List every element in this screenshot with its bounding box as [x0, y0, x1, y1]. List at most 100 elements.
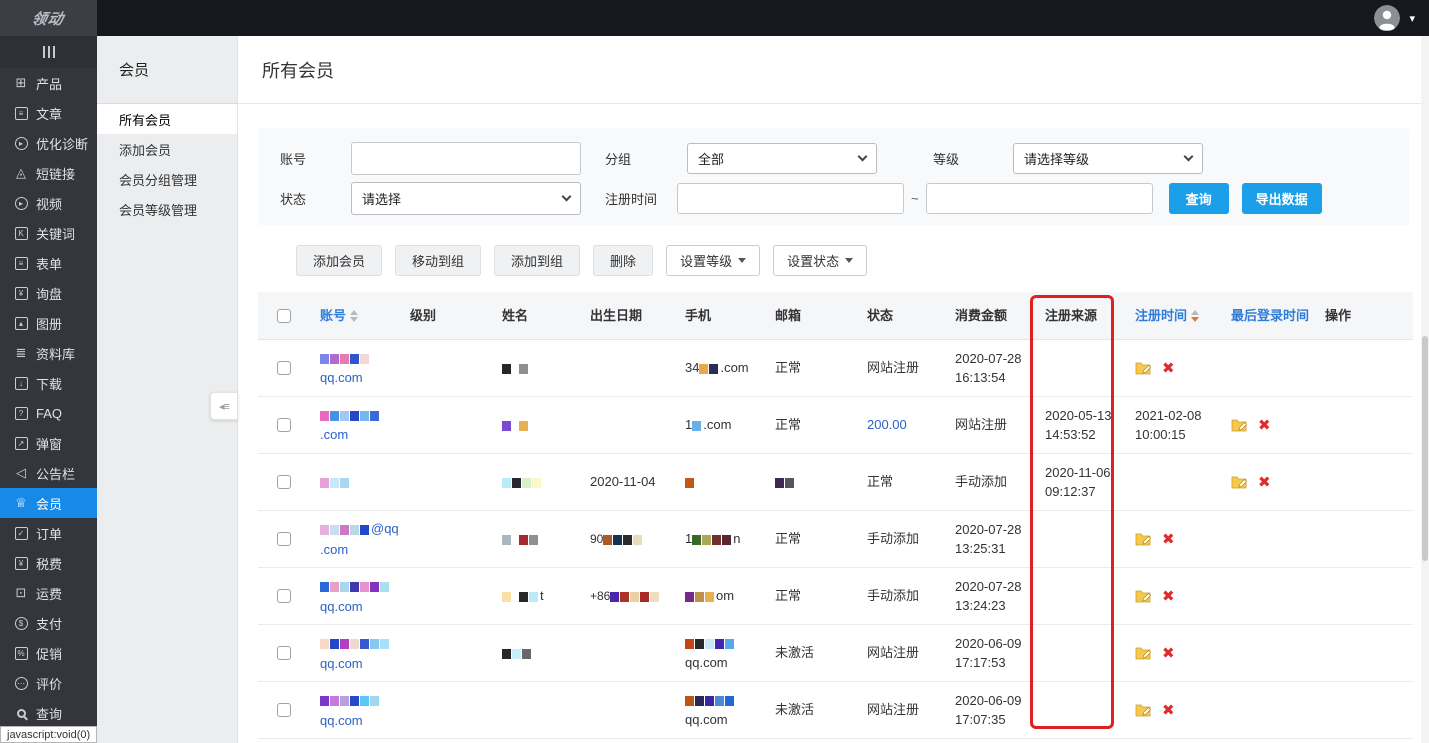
row-checkbox[interactable] — [277, 703, 291, 717]
regtime-end-input[interactable] — [926, 183, 1153, 214]
sidebar-item-search[interactable]: 查询 — [0, 698, 97, 728]
sidebar-item-popup[interactable]: ↗ 弹窗 — [0, 428, 97, 458]
select-all-checkbox[interactable] — [277, 309, 291, 323]
account-cell[interactable]: .com — [310, 406, 400, 445]
row-checkbox[interactable] — [277, 418, 291, 432]
delete-icon[interactable]: ✖ — [1162, 703, 1175, 718]
toolbar-dropdown[interactable]: 设置状态 — [773, 245, 867, 276]
delete-icon[interactable]: ✖ — [1162, 532, 1175, 547]
edit-icon[interactable] — [1231, 418, 1248, 432]
column-header: 最后登录时间 — [1221, 306, 1315, 326]
sidebar-item-video[interactable]: ▸ 视频 — [0, 188, 97, 218]
sidebar-item-optimization[interactable]: ▸ 优化诊断 — [0, 128, 97, 158]
keyword-icon: K — [13, 227, 29, 240]
sidebar-item-promotion[interactable]: % 促销 — [0, 638, 97, 668]
masked-email — [685, 592, 714, 602]
sidebar-item-announcement[interactable]: ◁ 公告栏 — [0, 458, 97, 488]
collapse-bars-icon — [43, 46, 45, 58]
sidebar-item-tax[interactable]: ¥ 税费 — [0, 548, 97, 578]
column-header: 状态 — [857, 306, 945, 326]
caret-down-icon — [845, 258, 853, 263]
review-icon: ⋯ — [13, 677, 29, 690]
account-cell[interactable]: qq.com — [310, 633, 400, 673]
vertical-scrollbar[interactable] — [1421, 36, 1429, 743]
edit-icon[interactable] — [1135, 589, 1152, 603]
toolbar-dropdown[interactable]: 设置等级 — [666, 245, 760, 276]
account-cell[interactable]: qq.com — [310, 576, 400, 616]
level-select[interactable]: 请选择等级 — [1013, 143, 1203, 174]
sidebar-item-products[interactable]: ⊞ 产品 — [0, 68, 97, 98]
user-avatar[interactable] — [1374, 5, 1400, 31]
subnav-collapse-toggle[interactable]: ◂≡ — [210, 392, 238, 420]
account-cell[interactable]: qq.com — [310, 349, 400, 388]
sidebar-item-shortlink[interactable]: ◬ 短链接 — [0, 158, 97, 188]
filter-panel: 账号 分组 全部 等级 请选择等级 状态 请选择 注册时间 ~ 查询 — [258, 128, 1409, 225]
row-checkbox[interactable] — [277, 646, 291, 660]
toolbar-button[interactable]: 删除 — [593, 245, 653, 276]
toolbar-button[interactable]: 添加会员 — [296, 245, 382, 276]
subnav-item[interactable]: 会员等级管理 — [97, 194, 237, 224]
subnav-item[interactable]: 会员分组管理 — [97, 164, 237, 194]
edit-icon[interactable] — [1135, 532, 1152, 546]
masked-account — [320, 478, 349, 488]
sidebar-item-gallery[interactable]: ▴ 图册 — [0, 308, 97, 338]
masked-name — [502, 649, 531, 659]
sidebar-item-faq[interactable]: ? FAQ — [0, 398, 97, 428]
masked-account — [320, 411, 379, 421]
email-cell: 1n — [675, 529, 765, 549]
row-checkbox[interactable] — [277, 475, 291, 489]
table-row: .com 1.com 正常 200.00 网站注册 2020-05-1314:5… — [258, 397, 1413, 454]
sidebar-item-forms[interactable]: ≡ 表单 — [0, 248, 97, 278]
search-button[interactable]: 查询 — [1169, 183, 1229, 214]
masked-email — [685, 696, 734, 706]
sidebar-item-download[interactable]: ↓ 下载 — [0, 368, 97, 398]
sidebar-item-keywords[interactable]: K 关键词 — [0, 218, 97, 248]
sidebar-item-library[interactable]: ≣ 资料库 — [0, 338, 97, 368]
masked-name — [502, 592, 538, 602]
subnav-item[interactable]: 添加会员 — [97, 134, 237, 164]
row-checkbox[interactable] — [277, 532, 291, 546]
export-data-button[interactable]: 导出数据 — [1242, 183, 1322, 214]
shipping-icon: ⊡ — [13, 585, 29, 601]
sidebar-collapse-button[interactable] — [0, 36, 97, 68]
sidebar-item-members[interactable]: ♕ 会员 — [0, 488, 97, 518]
account-input[interactable] — [351, 142, 581, 175]
account-cell[interactable]: qq.com — [310, 690, 400, 730]
edit-icon[interactable] — [1135, 361, 1152, 375]
column-header: 消费金额 — [945, 306, 1035, 326]
register-time-cell: 2020-06-0917:07:35 — [945, 691, 1035, 730]
subnav-item[interactable]: 所有会员 — [97, 104, 237, 134]
sidebar-item-articles[interactable]: ≡ 文章 — [0, 98, 97, 128]
actions-cell: ✖ — [1125, 703, 1221, 718]
edit-icon[interactable] — [1231, 475, 1248, 489]
user-menu-caret-icon[interactable]: ▾ — [1409, 12, 1415, 25]
account-cell[interactable]: @qq .com — [310, 519, 400, 559]
toolbar-button[interactable]: 添加到组 — [494, 245, 580, 276]
row-checkbox[interactable] — [277, 589, 291, 603]
delete-icon[interactable]: ✖ — [1258, 475, 1271, 490]
masked-phone — [610, 592, 659, 602]
delete-icon[interactable]: ✖ — [1162, 646, 1175, 661]
table-row: 2020-11-04 正常 手动添加 2020-11-0609:12:37 ✖ — [258, 454, 1413, 511]
account-cell[interactable] — [310, 472, 400, 492]
row-checkbox[interactable] — [277, 361, 291, 375]
edit-icon[interactable] — [1135, 703, 1152, 717]
page-title: 所有会员 — [262, 57, 334, 83]
delete-icon[interactable]: ✖ — [1162, 589, 1175, 604]
masked-email — [775, 478, 794, 488]
scrollbar-thumb[interactable] — [1422, 336, 1428, 561]
status-select[interactable]: 请选择 — [351, 182, 581, 215]
sidebar-item-shipping[interactable]: ⊡ 运费 — [0, 578, 97, 608]
group-select[interactable]: 全部 — [687, 143, 877, 174]
regtime-start-input[interactable] — [677, 183, 904, 214]
sidebar-item-reviews[interactable]: ⋯ 评价 — [0, 668, 97, 698]
edit-icon[interactable] — [1135, 646, 1152, 660]
delete-icon[interactable]: ✖ — [1258, 418, 1271, 433]
sidebar-item-inquiry[interactable]: ¥ 询盘 — [0, 278, 97, 308]
status-label: 状态 — [280, 189, 351, 208]
video-icon: ▸ — [13, 197, 29, 210]
toolbar-button[interactable]: 移动到组 — [395, 245, 481, 276]
delete-icon[interactable]: ✖ — [1162, 361, 1175, 376]
sidebar-item-orders[interactable]: ✓ 订单 — [0, 518, 97, 548]
sidebar-item-payment[interactable]: $ 支付 — [0, 608, 97, 638]
